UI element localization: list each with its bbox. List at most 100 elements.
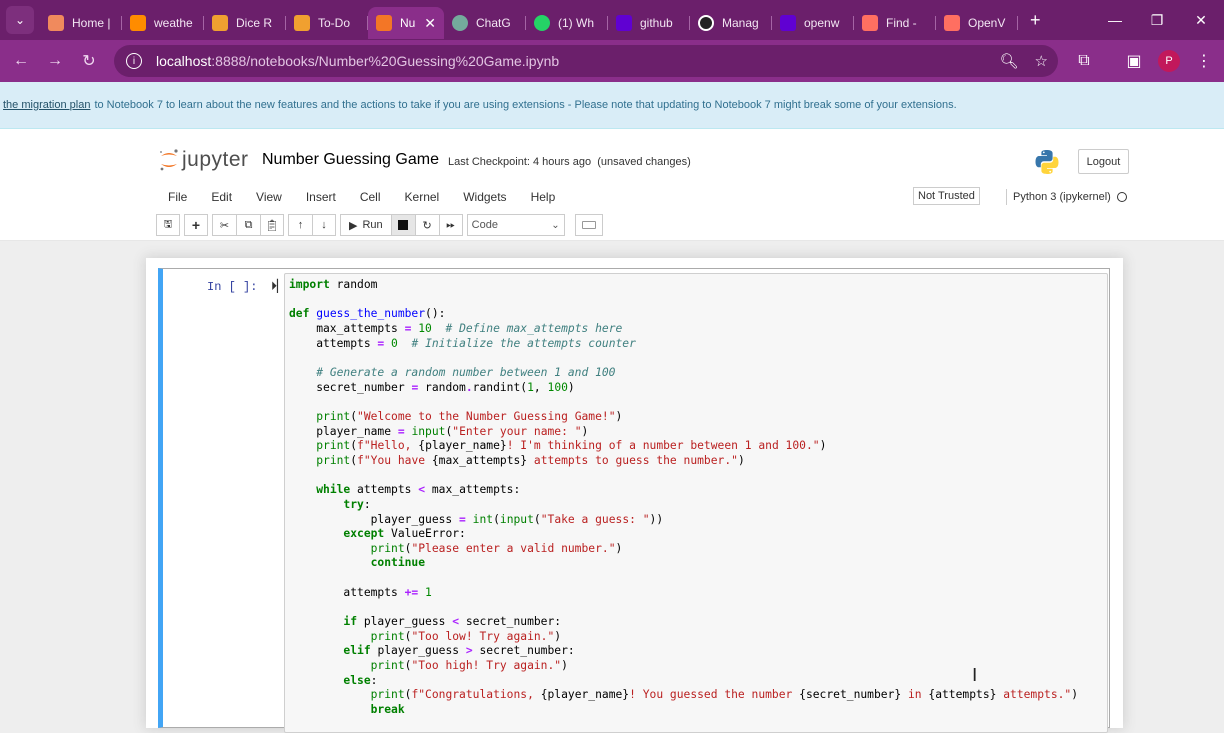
browser-tab[interactable]: ChatG bbox=[444, 7, 526, 39]
brain-icon bbox=[862, 15, 878, 31]
copy-button[interactable]: ⧉ bbox=[236, 214, 260, 236]
maximize-button[interactable]: ❐ bbox=[1134, 0, 1180, 40]
menu-edit[interactable]: Edit bbox=[199, 190, 244, 204]
menu-view[interactable]: View bbox=[244, 190, 294, 204]
site-info-icon[interactable]: i bbox=[126, 53, 142, 69]
zoom-icon[interactable]: 🔍︎ bbox=[1000, 52, 1019, 70]
back-button[interactable]: ← bbox=[4, 44, 38, 78]
code-content[interactable]: import random def guess_the_number(): ma… bbox=[289, 278, 1078, 718]
kernel-idle-icon bbox=[1116, 192, 1127, 202]
interrupt-button[interactable] bbox=[390, 214, 415, 236]
menu-insert[interactable]: Insert bbox=[294, 190, 348, 204]
menu-help[interactable]: Help bbox=[519, 190, 568, 204]
menu-bar: File Edit View Insert Cell Kernel Widgets Help … bbox=[156, 184, 1130, 210]
save-button[interactable]: 🖫 bbox=[156, 214, 180, 236]
code-cell[interactable]: In [ ]: ⏵▏ import random def guess_the_n… bbox=[158, 268, 1110, 733]
github-icon bbox=[698, 15, 714, 31]
notice-text: to Notebook 7 to learn about the new fea… bbox=[94, 99, 957, 111]
chevron-down-icon: ⌄ bbox=[551, 219, 560, 231]
tab-separator bbox=[1017, 16, 1018, 30]
kernel-indicator[interactable]: Python 3 (ipykernel) bbox=[1006, 189, 1127, 205]
checkpoint-status: Last Checkpoint: 4 hours ago (unsaved ch… bbox=[448, 156, 691, 168]
new-tab-button[interactable]: + bbox=[1030, 10, 1041, 31]
move-up-button[interactable]: ↑ bbox=[288, 214, 312, 236]
jupyter-orb-icon bbox=[160, 149, 178, 171]
close-tab-icon[interactable]: ✕ bbox=[424, 15, 436, 32]
url-host: localhost bbox=[156, 53, 212, 69]
menu-kernel[interactable]: Kernel bbox=[393, 190, 452, 204]
unsaved-changes: (unsaved changes) bbox=[597, 156, 691, 168]
browser-tab[interactable]: OpenV bbox=[936, 7, 1018, 39]
paste-icon: 📋︎ bbox=[265, 219, 279, 232]
url-path: :8888/notebooks/Number%20Guessing%20Game… bbox=[211, 53, 560, 69]
browser-tab[interactable]: Home | bbox=[40, 7, 122, 39]
text-cursor-icon: I bbox=[972, 665, 978, 686]
copy-icon: ⧉ bbox=[244, 218, 253, 231]
tab-label: Nu bbox=[400, 16, 416, 30]
url-field[interactable]: i localhost:8888/notebooks/Number%20Gues… bbox=[114, 45, 1058, 77]
browser-tab[interactable]: Manag bbox=[690, 7, 772, 39]
tab-label: Find - bbox=[886, 16, 917, 30]
migration-plan-link[interactable]: the migration plan bbox=[3, 99, 90, 111]
tab-search-button[interactable]: ⌄ bbox=[6, 6, 34, 34]
browser-tab[interactable]: github bbox=[608, 7, 690, 39]
run-button[interactable]: ▶ Run bbox=[340, 214, 391, 236]
browser-tab[interactable]: To-Do bbox=[286, 7, 368, 39]
tab-label: ChatG bbox=[476, 16, 511, 30]
paste-button[interactable]: 📋︎ bbox=[260, 214, 284, 236]
weather-icon bbox=[130, 15, 146, 31]
tab-label: openw bbox=[804, 16, 840, 30]
menu-file[interactable]: File bbox=[156, 190, 199, 204]
minimize-button[interactable]: — bbox=[1092, 0, 1138, 40]
kernel-name: Python 3 (ipykernel) bbox=[1013, 191, 1111, 203]
cell-type-select[interactable]: Code ⌄ bbox=[466, 214, 565, 236]
restart-icon: ↻ bbox=[422, 219, 432, 232]
stop-icon bbox=[398, 220, 409, 230]
more-menu-icon[interactable]: ⋮ bbox=[1192, 49, 1216, 73]
code-editor[interactable]: import random def guess_the_number(): ma… bbox=[284, 273, 1108, 733]
command-palette-button[interactable] bbox=[574, 214, 603, 236]
cut-button[interactable]: ✂ bbox=[212, 214, 236, 236]
restart-button[interactable]: ↻ bbox=[414, 214, 439, 236]
play-icon: ▶ bbox=[349, 219, 358, 232]
browser-tab[interactable]: Dice R bbox=[204, 7, 286, 39]
reload-button[interactable]: ↻ bbox=[72, 44, 106, 78]
brain-icon bbox=[944, 15, 960, 31]
move-down-button[interactable]: ↓ bbox=[312, 214, 336, 236]
browser-tab[interactable]: (1) Wh bbox=[526, 7, 608, 39]
close-window-button[interactable]: ✕ bbox=[1178, 0, 1224, 40]
extensions-icon[interactable]: ⧉ bbox=[1072, 49, 1096, 73]
browser-tab[interactable]: weathe bbox=[122, 7, 204, 39]
notebook7-notice: the migration plan to Notebook 7 to lear… bbox=[0, 82, 1224, 129]
notebook-container: In [ ]: ⏵▏ import random def guess_the_n… bbox=[146, 258, 1123, 733]
run-label: Run bbox=[362, 219, 383, 231]
plus-icon: + bbox=[191, 217, 201, 233]
profile-avatar[interactable]: P bbox=[1158, 50, 1180, 72]
save-icon: 🖫 bbox=[163, 218, 173, 230]
tab-label: To-Do bbox=[318, 16, 351, 30]
forward-button[interactable]: → bbox=[38, 44, 72, 78]
browser-tab[interactable]: Nu ✕ bbox=[368, 7, 444, 39]
notebook-title[interactable]: Number Guessing Game bbox=[262, 151, 439, 169]
tab-label: Home | bbox=[72, 16, 111, 30]
whatsapp-icon bbox=[534, 15, 550, 31]
home-icon bbox=[48, 15, 64, 31]
logout-button[interactable]: Logout bbox=[1078, 149, 1129, 174]
jupyter-wordmark: jupyter bbox=[182, 148, 249, 171]
tab-label: Dice R bbox=[236, 16, 273, 30]
menu-cell[interactable]: Cell bbox=[348, 190, 393, 204]
menu-widgets[interactable]: Widgets bbox=[451, 190, 518, 204]
browser-tab[interactable]: Find - bbox=[854, 7, 936, 39]
tab-label: weathe bbox=[154, 16, 193, 30]
browser-tab[interactable]: openw bbox=[772, 7, 854, 39]
arrow-down-icon: ↓ bbox=[321, 219, 327, 231]
restart-run-all-button[interactable]: ⏩︎ bbox=[438, 214, 463, 236]
bookmark-star-icon[interactable]: ☆ bbox=[1035, 52, 1048, 70]
insert-cell-button[interactable]: + bbox=[184, 214, 208, 236]
tab-label: OpenV bbox=[968, 16, 1006, 30]
jupyter-logo[interactable]: jupyter bbox=[158, 148, 249, 172]
last-checkpoint: Last Checkpoint: 4 hours ago bbox=[448, 156, 592, 168]
fast-forward-icon: ⏩︎ bbox=[446, 218, 456, 231]
sidepanel-icon[interactable]: ▣ bbox=[1122, 49, 1146, 73]
trust-indicator[interactable]: Not Trusted bbox=[913, 187, 980, 205]
